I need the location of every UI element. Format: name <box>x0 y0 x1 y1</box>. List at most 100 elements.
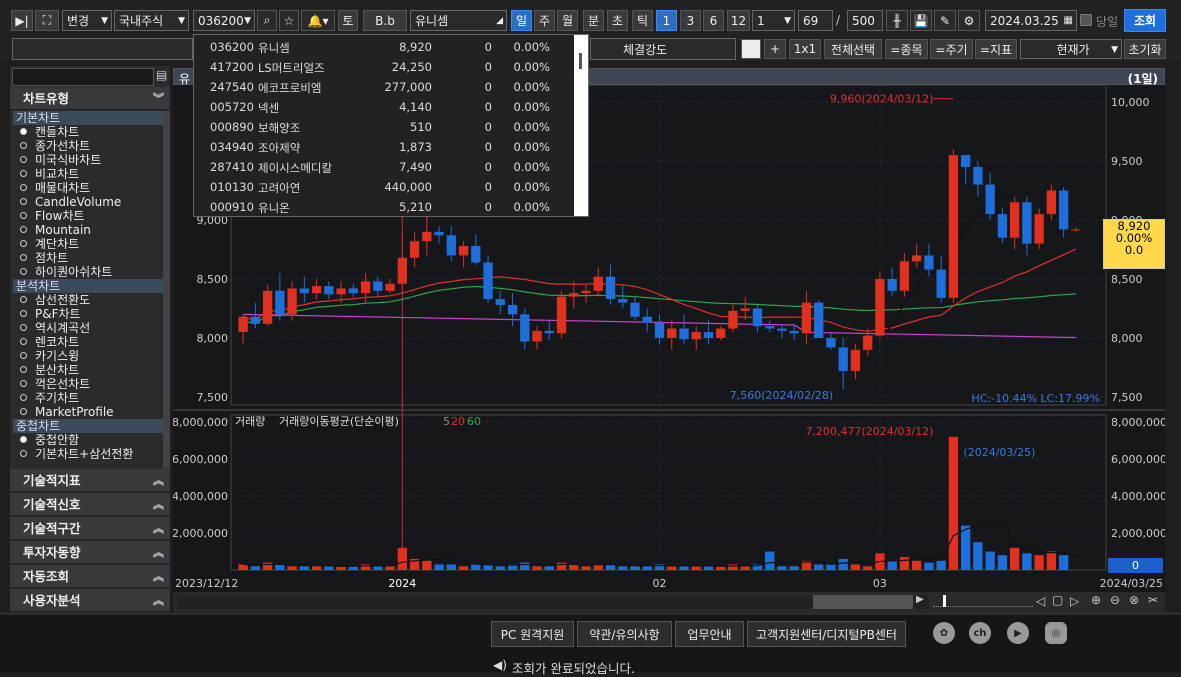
sidebar-panel-header[interactable]: 자동조회 ︽ <box>10 565 170 588</box>
chart-type-option[interactable]: 역시계곡선 <box>20 321 90 335</box>
sidebar-search-input[interactable] <box>12 68 154 86</box>
zoom-slider[interactable] <box>933 595 1033 607</box>
chart-type-option[interactable]: 캔들차트 <box>20 125 79 139</box>
dropdown-row[interactable]: 005720 넥센 4,140 0 0.00% <box>194 97 574 117</box>
today-checkbox[interactable] <box>1080 14 1092 26</box>
pen-icon[interactable]: ✎ <box>934 10 956 31</box>
chart-scrollbar-thumb[interactable] <box>813 595 913 609</box>
period-tick-tab[interactable]: 틱 <box>632 10 653 31</box>
date-input[interactable]: 2024.03.25 ▦ <box>985 10 1077 31</box>
chart-type-option[interactable]: Mountain <box>20 223 91 237</box>
dropdown-row[interactable]: 000910 유니온 5,210 0 0.00% <box>194 197 574 217</box>
plus-button[interactable]: + <box>764 39 786 59</box>
layout-1x1-button[interactable]: 1x1 <box>789 39 821 59</box>
sidebar-scrollbar[interactable] <box>163 111 170 468</box>
youtube-icon[interactable]: ▶ <box>1007 622 1029 644</box>
period-second-tab[interactable]: 초 <box>607 10 628 31</box>
dropdown-row[interactable]: 010130 고려아연 440,000 0 0.00% <box>194 177 574 197</box>
bell-icon[interactable]: 🔔▾ <box>301 10 335 31</box>
chart-type-option[interactable]: 주기차트 <box>20 391 79 405</box>
chart-type-option[interactable]: 하이퀀아쉬차트 <box>20 265 112 279</box>
chart-type-option[interactable]: P&F차트 <box>20 307 81 321</box>
sidebar-panel-header[interactable]: 투자자동향 ︽ <box>10 541 170 564</box>
play-next-icon[interactable]: ▶| <box>11 10 33 31</box>
period-month-tab[interactable]: 월 <box>557 10 578 31</box>
next-arrow-icon[interactable]: ▷ <box>1070 594 1079 608</box>
star-icon[interactable]: ☆ <box>279 10 299 31</box>
period-minute-tab[interactable]: 분 <box>583 10 604 31</box>
code-input[interactable]: 036200 ▼ <box>193 10 255 31</box>
chart-type-option[interactable]: 비교차트 <box>20 167 79 181</box>
chart-type-option[interactable]: 종가선차트 <box>20 139 90 153</box>
sidebar-panel-header[interactable]: 기술적지표 ︽ <box>10 469 170 492</box>
dropdown-row[interactable]: 417200 LS머트리얼즈 24,250 0 0.00% <box>194 57 574 77</box>
list-view-icon[interactable]: ▤ <box>156 68 169 86</box>
chart-type-option[interactable]: CandleVolume <box>20 195 121 209</box>
stock-name-field[interactable]: 유니셈 ◢ <box>410 10 507 31</box>
instagram-icon[interactable]: ◎ <box>1045 622 1067 644</box>
num-12-button[interactable]: 12 <box>727 10 750 31</box>
max-input[interactable]: 500 <box>847 10 883 31</box>
t-button[interactable]: 토 <box>338 10 358 31</box>
prev-arrow-icon[interactable]: ◁ <box>1036 594 1045 608</box>
ch-icon[interactable]: ch <box>969 622 991 644</box>
by-period-button[interactable]: =주기 <box>930 39 973 59</box>
interval-select[interactable]: 1 ▼ <box>752 10 795 31</box>
dropdown-row[interactable]: 000890 보해양조 510 0 0.00% <box>194 117 574 137</box>
gear-icon[interactable]: ⚙ <box>958 10 980 31</box>
by-item-button[interactable]: =종목 <box>885 39 928 59</box>
dropdown-row[interactable]: 034940 조아제약 1,873 0 0.00% <box>194 137 574 157</box>
chart-type-option[interactable]: MarketProfile <box>20 405 114 419</box>
period-week-tab[interactable]: 주 <box>534 10 555 31</box>
num-6-button[interactable]: 6 <box>703 10 724 31</box>
chart-type-option[interactable]: 렌코차트 <box>20 335 79 349</box>
stop-icon[interactable]: ▢ <box>1052 593 1063 607</box>
terms-button[interactable]: 약관/유의사항 <box>577 621 672 647</box>
period-day-tab[interactable]: 일 <box>511 10 532 31</box>
market-select[interactable]: 국내주식 ▼ <box>114 10 189 31</box>
dropdown-row[interactable]: 287410 제이시스메디칼 7,490 0 0.00% <box>194 157 574 177</box>
price-type-select[interactable]: 현재가 ▼ <box>1020 39 1122 59</box>
zoom-slider-handle[interactable] <box>943 595 946 607</box>
bb-button[interactable]: B.b <box>363 10 407 31</box>
zoom-in-icon[interactable]: ⊕ <box>1091 593 1101 607</box>
zoom-fit-icon[interactable]: ⊗ <box>1129 593 1139 607</box>
by-indicator-button[interactable]: =지표 <box>975 39 1017 59</box>
chart-type-header[interactable]: 차트유형 ︾ <box>10 87 170 110</box>
sidebar-panel-header[interactable]: 기술적구간 ︽ <box>10 517 170 540</box>
select-all-button[interactable]: 전체선택 <box>824 39 882 59</box>
sidebar-panel-header[interactable]: 기술적신호 ︽ <box>10 493 170 516</box>
scroll-right-icon[interactable]: ▶ <box>916 594 924 605</box>
chart-type-option[interactable]: 카기스윙 <box>20 349 79 363</box>
chart-type-option[interactable]: 꺽은선차트 <box>20 377 90 391</box>
fullscreen-icon[interactable]: ⛶ <box>35 10 59 31</box>
reset-button[interactable]: 초기화 <box>1124 39 1166 59</box>
chart-type-option[interactable]: 중첩안함 <box>20 433 79 447</box>
chart-type-option[interactable]: 삼선전환도 <box>20 293 90 307</box>
zoom-out-icon[interactable]: ⊖ <box>1110 593 1120 607</box>
save-icon[interactable]: 💾 <box>910 10 932 31</box>
tool-icon[interactable]: ✂ <box>1148 593 1158 607</box>
business-info-button[interactable]: 업무안내 <box>675 621 744 647</box>
query-button[interactable]: 조회 <box>1124 9 1166 32</box>
change-select[interactable]: 변경 ▼ <box>62 10 112 31</box>
chart-type-option[interactable]: 분산차트 <box>20 363 79 377</box>
candle-settings-icon[interactable]: ╫ <box>886 10 908 31</box>
dropdown-scrollbar[interactable] <box>574 35 588 216</box>
chart-type-option[interactable]: 기본차트+삼선전환 <box>20 447 133 461</box>
left-field[interactable] <box>12 38 193 60</box>
chart-type-option[interactable]: 계단차트 <box>20 237 79 251</box>
sidebar-panel-header[interactable]: 사용자분석 ︽ <box>10 589 170 612</box>
chart-type-option[interactable]: 미국식바차트 <box>20 153 101 167</box>
color-box-button[interactable] <box>741 39 761 59</box>
chart-type-option[interactable]: Flow차트 <box>20 209 84 223</box>
dropdown-scroll-thumb[interactable] <box>579 53 582 69</box>
settings-icon[interactable]: ✿ <box>933 622 955 644</box>
count-input[interactable]: 69 <box>798 10 833 31</box>
num-3-button[interactable]: 3 <box>680 10 701 31</box>
search-icon[interactable]: ⌕ <box>257 10 277 31</box>
dropdown-row[interactable]: 036200 유니셈 8,920 0 0.00% <box>194 37 574 57</box>
remote-support-button[interactable]: PC 원격지원 <box>491 621 574 647</box>
strength-field[interactable]: 체결강도 <box>590 38 736 60</box>
support-center-button[interactable]: 고객지원센터/디지털PB센터 <box>747 621 906 647</box>
